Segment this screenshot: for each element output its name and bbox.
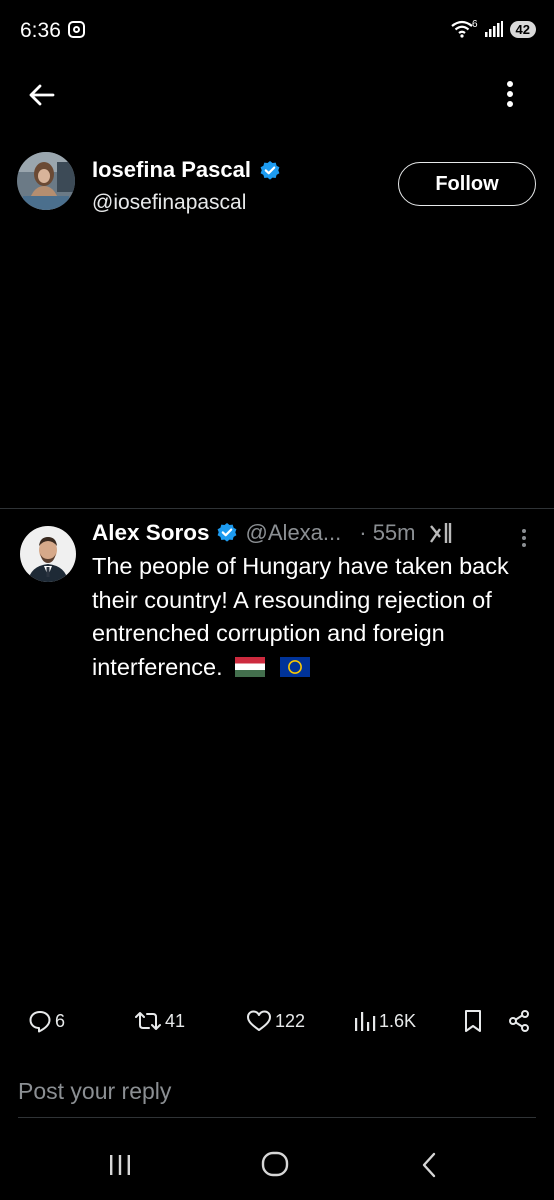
nav-back-button[interactable] [412,1148,446,1182]
flag-eu: 🇪🇺 [279,656,310,677]
reply-input[interactable]: Post your reply [18,1078,171,1105]
flag-hungary: 🇭🇺 [235,656,266,677]
grok-icon[interactable] [428,521,454,545]
like-action[interactable]: 122 [246,1009,305,1033]
bookmark-button[interactable] [462,1009,484,1033]
tweet-body: The people of Hungary have taken back th… [92,550,522,684]
reply-icon [29,1011,51,1033]
follow-button[interactable]: Follow [398,162,536,206]
more-vertical-icon [507,81,513,107]
like-count: 122 [275,1010,306,1031]
signal-icon [484,21,503,37]
analytics-icon [355,1012,376,1031]
reply-underline [18,1117,536,1118]
tweet-header: Alex Soros @Alexa... · 55m [92,520,454,546]
reply-count: 6 [55,1010,66,1031]
view-count: 1.6K [379,1010,417,1031]
tweet-author-name[interactable]: Alex Soros [92,520,210,546]
recent-apps-button[interactable] [100,1148,140,1182]
bookmark-icon [465,1010,481,1032]
tweet-author-avatar[interactable] [20,526,76,582]
verified-badge-icon [217,523,236,542]
profile-avatar[interactable] [17,152,75,210]
avatar-image [20,526,76,582]
divider [0,508,554,509]
back-button[interactable] [24,78,58,112]
repost-action[interactable]: 41 [134,1009,185,1033]
arrow-left-icon [29,84,55,106]
camera-icon [68,21,85,38]
status-icons: 6 42 [451,18,536,38]
home-button[interactable] [255,1146,295,1182]
reply-action[interactable]: 6 [28,1009,65,1033]
battery-indicator: 42 [509,20,536,38]
tweet-more-button[interactable] [518,528,530,548]
chevron-left-icon [422,1152,436,1178]
share-icon [509,1010,529,1032]
status-time: 6:36 [20,19,61,42]
repost-count: 41 [165,1010,186,1031]
profile-name-row: Iosefina Pascal [92,157,281,183]
avatar-image [17,152,75,210]
share-button[interactable] [506,1009,532,1033]
more-vertical-icon [522,529,526,547]
heart-icon [247,1010,271,1031]
tweet-time: · 55m [359,520,416,545]
more-options-button[interactable] [498,78,522,110]
profile-name[interactable]: Iosefina Pascal [92,157,251,182]
wifi-icon [451,20,473,38]
profile-handle[interactable]: @iosefinapascal [92,191,246,215]
home-icon [261,1151,289,1177]
views-action[interactable]: 1.6K [354,1009,416,1033]
verified-badge-icon [261,160,280,180]
repost-icon [135,1012,161,1030]
recent-apps-icon [110,1155,130,1175]
tweet-author-handle[interactable]: @Alexa... [246,520,342,546]
network-type: 6 [471,18,478,30]
